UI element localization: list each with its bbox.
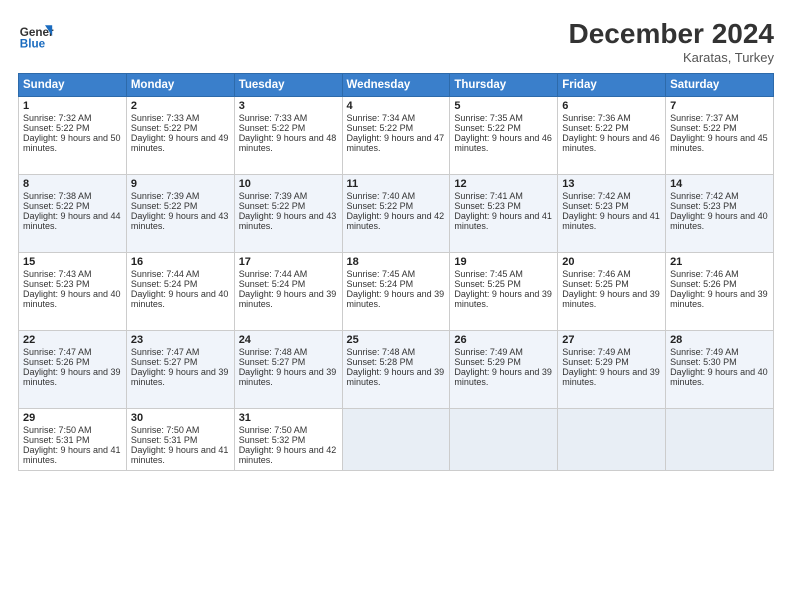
logo-icon: General Blue (18, 18, 54, 54)
month-title: December 2024 (569, 18, 774, 50)
logo: General Blue (18, 18, 54, 54)
day-26: 26 Sunrise: 7:49 AMSunset: 5:29 PMDaylig… (450, 331, 558, 409)
table-row: 29 Sunrise: 7:50 AMSunset: 5:31 PMDaylig… (19, 409, 774, 471)
day-4: 4 Sunrise: 7:34 AMSunset: 5:22 PMDayligh… (342, 97, 450, 175)
day-23: 23 Sunrise: 7:47 AMSunset: 5:27 PMDaylig… (126, 331, 234, 409)
day-27: 27 Sunrise: 7:49 AMSunset: 5:29 PMDaylig… (558, 331, 666, 409)
header-thursday: Thursday (450, 74, 558, 97)
day-3: 3 Sunrise: 7:33 AMSunset: 5:22 PMDayligh… (234, 97, 342, 175)
title-block: December 2024 Karatas, Turkey (569, 18, 774, 65)
day-21: 21 Sunrise: 7:46 AMSunset: 5:26 PMDaylig… (666, 253, 774, 331)
day-31: 31 Sunrise: 7:50 AMSunset: 5:32 PMDaylig… (234, 409, 342, 471)
header-monday: Monday (126, 74, 234, 97)
day-18: 18 Sunrise: 7:45 AMSunset: 5:24 PMDaylig… (342, 253, 450, 331)
empty-cell (342, 409, 450, 471)
table-row: 1 Sunrise: 7:32 AMSunset: 5:22 PMDayligh… (19, 97, 774, 175)
day-22: 22 Sunrise: 7:47 AMSunset: 5:26 PMDaylig… (19, 331, 127, 409)
day-19: 19 Sunrise: 7:45 AMSunset: 5:25 PMDaylig… (450, 253, 558, 331)
weekday-header-row: Sunday Monday Tuesday Wednesday Thursday… (19, 74, 774, 97)
day-25: 25 Sunrise: 7:48 AMSunset: 5:28 PMDaylig… (342, 331, 450, 409)
day-12: 12 Sunrise: 7:41 AMSunset: 5:23 PMDaylig… (450, 175, 558, 253)
day-10: 10 Sunrise: 7:39 AMSunset: 5:22 PMDaylig… (234, 175, 342, 253)
day-13: 13 Sunrise: 7:42 AMSunset: 5:23 PMDaylig… (558, 175, 666, 253)
table-row: 8 Sunrise: 7:38 AMSunset: 5:22 PMDayligh… (19, 175, 774, 253)
header: General Blue December 2024 Karatas, Turk… (18, 18, 774, 65)
empty-cell (558, 409, 666, 471)
day-11: 11 Sunrise: 7:40 AMSunset: 5:22 PMDaylig… (342, 175, 450, 253)
header-friday: Friday (558, 74, 666, 97)
day-29: 29 Sunrise: 7:50 AMSunset: 5:31 PMDaylig… (19, 409, 127, 471)
day-9: 9 Sunrise: 7:39 AMSunset: 5:22 PMDayligh… (126, 175, 234, 253)
empty-cell (666, 409, 774, 471)
header-sunday: Sunday (19, 74, 127, 97)
header-tuesday: Tuesday (234, 74, 342, 97)
day-5: 5 Sunrise: 7:35 AMSunset: 5:22 PMDayligh… (450, 97, 558, 175)
day-6: 6 Sunrise: 7:36 AMSunset: 5:22 PMDayligh… (558, 97, 666, 175)
day-2: 2 Sunrise: 7:33 AMSunset: 5:22 PMDayligh… (126, 97, 234, 175)
day-28: 28 Sunrise: 7:49 AMSunset: 5:30 PMDaylig… (666, 331, 774, 409)
day-16: 16 Sunrise: 7:44 AMSunset: 5:24 PMDaylig… (126, 253, 234, 331)
calendar-table: Sunday Monday Tuesday Wednesday Thursday… (18, 73, 774, 471)
day-20: 20 Sunrise: 7:46 AMSunset: 5:25 PMDaylig… (558, 253, 666, 331)
day-7: 7 Sunrise: 7:37 AMSunset: 5:22 PMDayligh… (666, 97, 774, 175)
header-wednesday: Wednesday (342, 74, 450, 97)
table-row: 15 Sunrise: 7:43 AMSunset: 5:23 PMDaylig… (19, 253, 774, 331)
day-1: 1 Sunrise: 7:32 AMSunset: 5:22 PMDayligh… (19, 97, 127, 175)
location: Karatas, Turkey (569, 50, 774, 65)
svg-text:Blue: Blue (20, 38, 46, 51)
day-30: 30 Sunrise: 7:50 AMSunset: 5:31 PMDaylig… (126, 409, 234, 471)
day-24: 24 Sunrise: 7:48 AMSunset: 5:27 PMDaylig… (234, 331, 342, 409)
day-17: 17 Sunrise: 7:44 AMSunset: 5:24 PMDaylig… (234, 253, 342, 331)
day-15: 15 Sunrise: 7:43 AMSunset: 5:23 PMDaylig… (19, 253, 127, 331)
day-14: 14 Sunrise: 7:42 AMSunset: 5:23 PMDaylig… (666, 175, 774, 253)
empty-cell (450, 409, 558, 471)
header-saturday: Saturday (666, 74, 774, 97)
day-8: 8 Sunrise: 7:38 AMSunset: 5:22 PMDayligh… (19, 175, 127, 253)
table-row: 22 Sunrise: 7:47 AMSunset: 5:26 PMDaylig… (19, 331, 774, 409)
